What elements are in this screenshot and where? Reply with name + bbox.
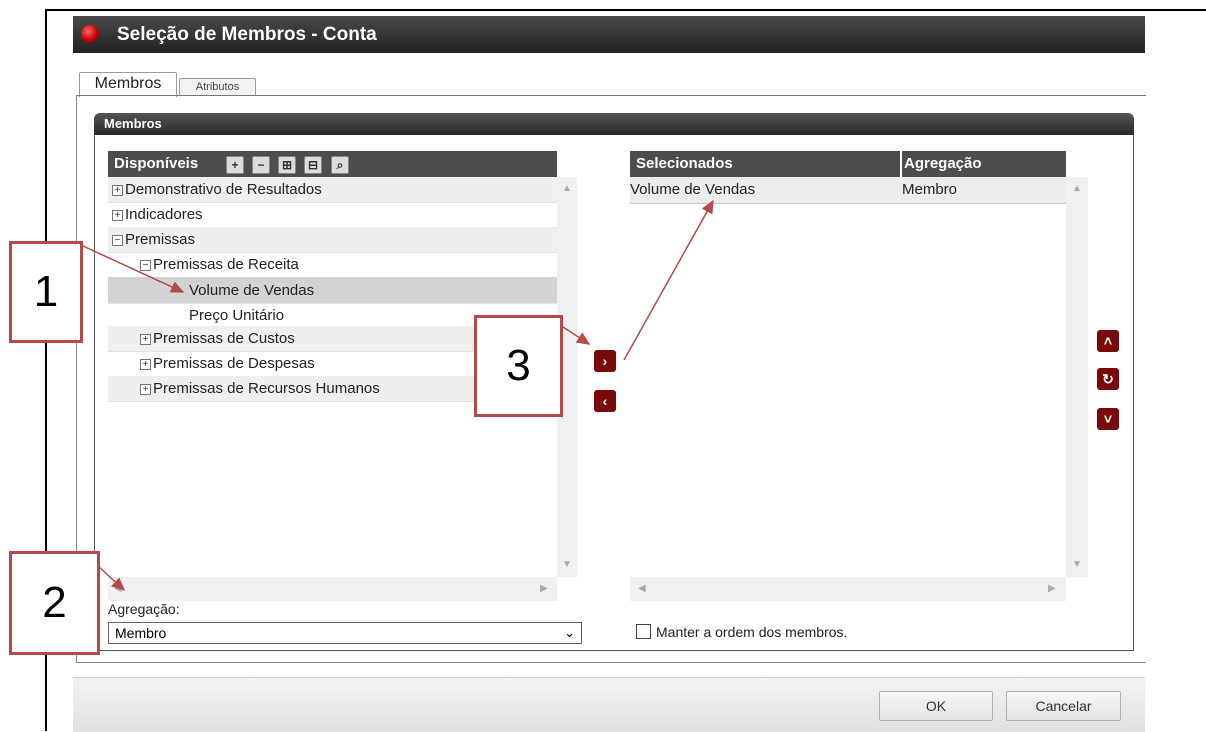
annotation-box-3: 3 — [474, 315, 563, 417]
tree-item-selected[interactable]: Volume de Vendas — [108, 277, 557, 304]
chevron-down-icon: ⌄ — [564, 625, 575, 640]
cancel-button[interactable]: Cancelar — [1006, 691, 1121, 721]
selected-vertical-scrollbar[interactable]: ▲ ▼ — [1066, 177, 1088, 577]
group-title: Membros — [104, 116, 162, 131]
selected-horizontal-scrollbar[interactable]: ◀ ▶ — [630, 577, 1066, 601]
remove-children-icon[interactable]: ⊟ — [304, 156, 322, 174]
tree-item-label: Volume de Vendas — [189, 282, 315, 299]
add-children-icon[interactable]: ⊞ — [278, 156, 296, 174]
annotation-box-2: 2 — [9, 551, 100, 655]
scroll-right-icon[interactable]: ▶ — [540, 583, 548, 594]
move-up-button[interactable]: ˄ — [1097, 330, 1119, 352]
selected-column-header: Selecionados — [636, 155, 733, 172]
tree-item[interactable]: + Demonstrativo de Resultados — [108, 177, 557, 203]
content-border-bottom — [76, 662, 1146, 663]
dialog-title: Seleção de Membros - Conta — [117, 24, 377, 45]
tree-item-label: Premissas — [125, 231, 196, 248]
expand-icon[interactable]: + — [140, 359, 151, 370]
dialog-title-bar: Seleção de Membros - Conta — [73, 16, 1145, 53]
tree-item-label: Premissas de Receita — [153, 256, 299, 273]
ok-button[interactable]: OK — [879, 691, 993, 721]
remove-selected-button[interactable]: ‹ — [594, 390, 616, 412]
collapse-all-icon[interactable]: − — [252, 156, 270, 174]
group-header: Membros — [94, 113, 1134, 135]
refresh-order-button[interactable]: ↻ — [1097, 368, 1119, 390]
aggregation-select[interactable]: Membro ⌄ — [108, 622, 582, 644]
keep-order-checkbox[interactable] — [636, 624, 651, 639]
table-row[interactable]: Volume de Vendas Membro — [630, 177, 1066, 204]
expand-icon[interactable]: + — [112, 210, 123, 221]
selected-aggregation-cell: Membro — [902, 181, 958, 198]
scroll-down-icon[interactable]: ▼ — [1072, 559, 1082, 570]
tree-item[interactable]: + Indicadores — [108, 202, 557, 228]
search-icon[interactable]: ⌕ — [331, 156, 349, 174]
scroll-down-icon[interactable]: ▼ — [562, 559, 572, 570]
aggregation-column-header: Agregação — [904, 155, 982, 172]
move-down-button[interactable]: ˅ — [1097, 408, 1119, 430]
expand-all-icon[interactable]: + — [226, 156, 244, 174]
collapse-icon[interactable]: − — [140, 260, 151, 271]
available-title: Disponíveis — [114, 155, 199, 172]
scroll-up-icon[interactable]: ▲ — [562, 183, 572, 194]
tree-item-label: Indicadores — [125, 206, 203, 223]
scroll-right-icon[interactable]: ▶ — [1048, 583, 1056, 594]
available-header: Disponíveis + − ⊞ ⊟ ⌕ — [108, 151, 557, 177]
tree-item-label: Premissas de Despesas — [153, 355, 315, 372]
frame-top-border — [45, 9, 1206, 11]
aggregation-label: Agregação: — [108, 601, 180, 617]
tab-divider — [76, 95, 1146, 96]
tab-atributos[interactable]: Atributos — [179, 78, 256, 96]
available-horizontal-scrollbar[interactable]: ◀ ▶ — [108, 577, 557, 601]
scroll-up-icon[interactable]: ▲ — [1072, 183, 1082, 194]
selected-header: Selecionados Agregação — [630, 151, 1066, 177]
app-status-icon — [81, 25, 99, 43]
keep-order-label: Manter a ordem dos membros. — [656, 624, 848, 640]
add-selected-button[interactable]: › — [594, 350, 616, 372]
tree-item-label: Demonstrativo de Resultados — [125, 181, 322, 198]
tree-item-label: Premissas de Recursos Humanos — [153, 380, 380, 397]
expand-icon[interactable]: + — [140, 334, 151, 345]
column-divider — [900, 151, 902, 177]
collapse-icon[interactable]: − — [112, 235, 123, 246]
scroll-left-icon[interactable]: ◀ — [114, 583, 122, 594]
annotation-box-1: 1 — [9, 241, 83, 343]
selected-member-cell: Volume de Vendas — [630, 181, 756, 198]
tree-item[interactable]: − Premissas — [108, 227, 557, 253]
tree-item[interactable]: − Premissas de Receita — [108, 252, 557, 278]
tab-membros[interactable]: Membros — [79, 72, 177, 97]
aggregation-value: Membro — [115, 625, 167, 641]
tree-item-label: Premissas de Custos — [153, 330, 295, 347]
scroll-left-icon[interactable]: ◀ — [638, 583, 646, 594]
expand-icon[interactable]: + — [140, 384, 151, 395]
expand-icon[interactable]: + — [112, 185, 123, 196]
